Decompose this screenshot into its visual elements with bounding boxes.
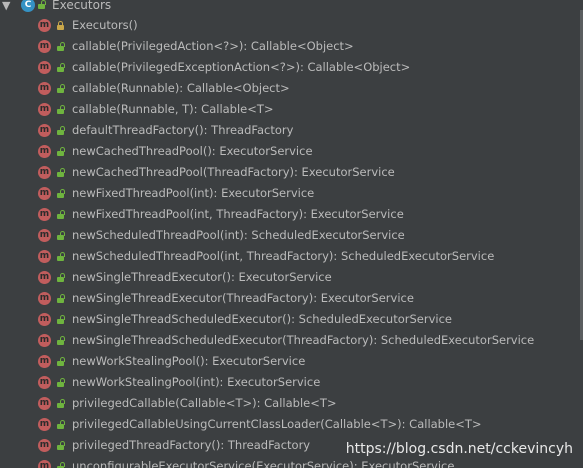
member-signature: callable(Runnable, T): Callable<T> [72, 102, 274, 116]
member-signature: privilegedCallable(Callable<T>): Callabl… [72, 396, 337, 410]
method-icon: m [38, 103, 51, 116]
method-icon: m [38, 292, 51, 305]
member-signature: newWorkStealingPool(): ExecutorService [72, 354, 306, 368]
member-signature: Executors() [72, 18, 138, 32]
method-icon: m [38, 334, 51, 347]
public-lock-icon [57, 378, 65, 387]
member-signature: callable(PrivilegedAction<?>): Callable<… [72, 39, 354, 53]
public-lock-icon [57, 273, 65, 282]
public-lock-icon [57, 168, 65, 177]
list-item[interactable]: m newScheduledThreadPool(int, ThreadFacto… [0, 247, 583, 268]
list-item[interactable]: m unconfigurableExecutorService(ExecutorS… [0, 457, 583, 468]
structure-panel: ▼ C Executors m Executors() m callable(Priv… [0, 0, 583, 468]
class-name: Executors [52, 0, 112, 12]
public-lock-icon [57, 420, 65, 429]
member-signature: newScheduledThreadPool(int): ScheduledEx… [72, 228, 405, 242]
public-lock-icon [57, 315, 65, 324]
member-signature: newCachedThreadPool(): ExecutorService [72, 144, 313, 158]
list-item[interactable]: m newSingleThreadExecutor(ThreadFactory):… [0, 289, 583, 310]
member-signature: newSingleThreadScheduledExecutor(ThreadF… [72, 333, 535, 347]
member-signature: newFixedThreadPool(int, ThreadFactory): … [72, 207, 404, 221]
list-item[interactable]: m newScheduledThreadPool(int): ScheduledE… [0, 226, 583, 247]
public-lock-icon [57, 126, 65, 135]
list-item[interactable]: m newFixedThreadPool(int): ExecutorServic… [0, 184, 583, 205]
public-lock-icon [57, 357, 65, 366]
list-item[interactable]: m newSingleThreadScheduledExecutor(): Sch… [0, 310, 583, 331]
public-lock-icon [57, 84, 65, 93]
public-lock-icon [57, 462, 65, 468]
public-lock-icon [57, 336, 65, 345]
list-item[interactable]: m callable(PrivilegedAction<?>): Callable… [0, 37, 583, 58]
public-lock-icon [38, 0, 46, 9]
expand-arrow-icon[interactable]: ▼ [2, 0, 10, 12]
method-icon: m [38, 460, 51, 468]
method-icon: m [38, 250, 51, 263]
list-item[interactable]: m newSingleThreadScheduledExecutor(Thread… [0, 331, 583, 352]
member-signature: defaultThreadFactory(): ThreadFactory [72, 123, 294, 137]
method-icon: m [38, 355, 51, 368]
list-item[interactable]: m newCachedThreadPool(ThreadFactory): Exe… [0, 163, 583, 184]
member-signature: newSingleThreadScheduledExecutor(): Sche… [72, 312, 452, 326]
method-icon: m [38, 208, 51, 221]
public-lock-icon [57, 189, 65, 198]
list-item[interactable]: m newFixedThreadPool(int, ThreadFactory):… [0, 205, 583, 226]
member-signature: newWorkStealingPool(int): ExecutorServic… [72, 375, 321, 389]
member-signature: newScheduledThreadPool(int, ThreadFactor… [72, 249, 495, 263]
list-item[interactable]: m callable(Runnable, T): Callable<T> [0, 100, 583, 121]
member-signature: newSingleThreadExecutor(): ExecutorServi… [72, 270, 332, 284]
public-lock-icon [57, 294, 65, 303]
member-signature: privilegedCallableUsingCurrentClassLoade… [72, 417, 482, 431]
class-node[interactable]: ▼ C Executors [0, 0, 583, 14]
member-signature: newFixedThreadPool(int): ExecutorService [72, 186, 315, 200]
public-lock-icon [57, 252, 65, 261]
member-signature: callable(PrivilegedExceptionAction<?>): … [72, 60, 411, 74]
method-icon: m [38, 397, 51, 410]
member-list: m Executors() m callable(PrivilegedAction<?… [0, 16, 583, 468]
public-lock-icon [57, 231, 65, 240]
method-icon: m [38, 271, 51, 284]
list-item[interactable]: m defaultThreadFactory(): ThreadFactory [0, 121, 583, 142]
method-icon: m [38, 145, 51, 158]
public-lock-icon [57, 105, 65, 114]
list-item[interactable]: m callable(Runnable): Callable<Object> [0, 79, 583, 100]
public-lock-icon [57, 147, 65, 156]
member-signature: unconfigurableExecutorService(ExecutorSe… [72, 459, 455, 468]
class-icon: C [21, 0, 35, 12]
public-lock-icon [57, 441, 65, 450]
method-icon: m [38, 124, 51, 137]
method-icon: m [38, 82, 51, 95]
list-item[interactable]: m newWorkStealingPool(): ExecutorService [0, 352, 583, 373]
member-signature: privilegedThreadFactory(): ThreadFactory [72, 438, 311, 452]
private-lock-icon [57, 21, 64, 30]
method-icon: m [38, 376, 51, 389]
list-item[interactable]: m newWorkStealingPool(int): ExecutorServi… [0, 373, 583, 394]
method-icon: m [38, 439, 51, 452]
list-item[interactable]: m newCachedThreadPool(): ExecutorService [0, 142, 583, 163]
member-signature: newSingleThreadExecutor(ThreadFactory): … [72, 291, 414, 305]
method-icon: m [38, 187, 51, 200]
method-icon: m [38, 40, 51, 53]
list-item[interactable]: m privilegedCallable(Callable<T>): Callab… [0, 394, 583, 415]
member-signature: newCachedThreadPool(ThreadFactory): Exec… [72, 165, 395, 179]
list-item[interactable]: m callable(PrivilegedExceptionAction<?>):… [0, 58, 583, 79]
list-item[interactable]: m privilegedCallableUsingCurrentClassLoad… [0, 415, 583, 436]
method-icon: m [38, 166, 51, 179]
member-signature: callable(Runnable): Callable<Object> [72, 81, 290, 95]
public-lock-icon [57, 399, 65, 408]
list-item[interactable]: m Executors() [0, 16, 583, 37]
method-icon: m [38, 229, 51, 242]
method-icon: m [38, 418, 51, 431]
watermark: https://blog.csdn.net/cckevincyh [345, 441, 573, 457]
method-icon: m [38, 19, 51, 32]
public-lock-icon [57, 63, 65, 72]
public-lock-icon [57, 210, 65, 219]
method-icon: m [38, 61, 51, 74]
public-lock-icon [57, 42, 65, 51]
method-icon: m [38, 313, 51, 326]
list-item[interactable]: m newSingleThreadExecutor(): ExecutorServ… [0, 268, 583, 289]
